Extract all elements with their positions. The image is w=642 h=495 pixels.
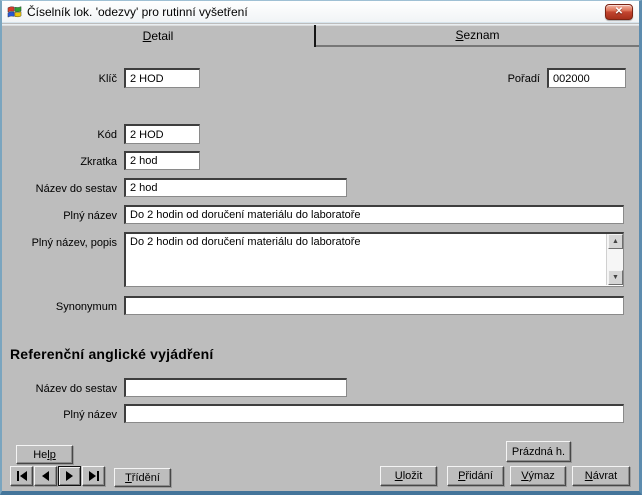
navrat-button[interactable]: Návrat xyxy=(572,466,630,486)
previous-record-icon xyxy=(42,471,49,481)
plny-nazev-input[interactable] xyxy=(124,205,624,224)
tab-seznam[interactable]: Seznam xyxy=(316,25,639,47)
titlebar: Číselník lok. 'odezvy' pro rutinní vyšet… xyxy=(2,1,639,23)
plny-nazev-label: Plný název xyxy=(2,210,117,222)
plny-nazev-popis-label: Plný název, popis xyxy=(2,237,117,249)
vymaz-button[interactable]: Výmaz xyxy=(510,466,566,486)
kod-label: Kód xyxy=(2,129,117,141)
scroll-up-icon: ▲ xyxy=(612,238,619,245)
reference-section-heading: Referenční anglické vyjádření xyxy=(10,346,213,362)
close-icon: ✕ xyxy=(615,6,623,17)
ref-nazev-do-sestav-input[interactable] xyxy=(124,378,347,397)
tab-detail[interactable]: Detail xyxy=(2,25,316,47)
nazev-do-sestav-label: Název do sestav xyxy=(2,183,117,195)
nav-first-button[interactable] xyxy=(10,466,33,486)
nazev-do-sestav-input[interactable] xyxy=(124,178,347,197)
klic-input[interactable] xyxy=(124,68,200,88)
prazdna-h-button[interactable]: Prázdná h. xyxy=(506,441,571,462)
synonymum-label: Synonymum xyxy=(2,301,117,313)
scroll-down-button[interactable]: ▼ xyxy=(608,270,623,285)
scroll-up-button[interactable]: ▲ xyxy=(608,234,623,249)
ref-plny-nazev-input[interactable] xyxy=(124,404,624,423)
zkratka-label: Zkratka xyxy=(2,156,117,168)
tab-bar: Detail Seznam xyxy=(2,24,639,47)
first-record-icon xyxy=(17,471,19,481)
ref-nazev-do-sestav-label: Název do sestav xyxy=(2,383,117,395)
kod-input[interactable] xyxy=(124,124,200,144)
close-button[interactable]: ✕ xyxy=(605,4,633,20)
textarea-scrollbar[interactable]: ▲ ▼ xyxy=(606,234,623,285)
ulozit-button[interactable]: Uložit xyxy=(380,466,437,486)
poradi-input[interactable] xyxy=(547,68,626,88)
klic-label: Klíč xyxy=(2,73,117,85)
next-record-icon xyxy=(66,471,73,481)
nav-last-button[interactable] xyxy=(82,466,105,486)
scroll-down-icon: ▼ xyxy=(612,274,619,281)
pridani-button[interactable]: Přidání xyxy=(447,466,504,486)
synonymum-input[interactable] xyxy=(124,296,624,315)
window-title: Číselník lok. 'odezvy' pro rutinní vyšet… xyxy=(27,5,248,19)
dialog-window: Číselník lok. 'odezvy' pro rutinní vyšet… xyxy=(0,0,642,495)
ref-plny-nazev-label: Plný název xyxy=(2,409,117,421)
plny-nazev-popis-textarea[interactable]: Do 2 hodin od doručení materiálu do labo… xyxy=(126,234,606,285)
nav-previous-button[interactable] xyxy=(34,466,57,486)
windows-logo-icon xyxy=(7,4,22,19)
plny-nazev-popis-field: Do 2 hodin od doručení materiálu do labo… xyxy=(124,232,624,287)
nav-next-button[interactable] xyxy=(58,466,81,486)
zkratka-input[interactable] xyxy=(124,151,200,170)
last-record-icon xyxy=(89,471,96,481)
help-button[interactable]: Help xyxy=(16,445,73,464)
trideni-button[interactable]: Třídění xyxy=(114,468,171,487)
poradi-label: Pořadí xyxy=(442,73,540,85)
